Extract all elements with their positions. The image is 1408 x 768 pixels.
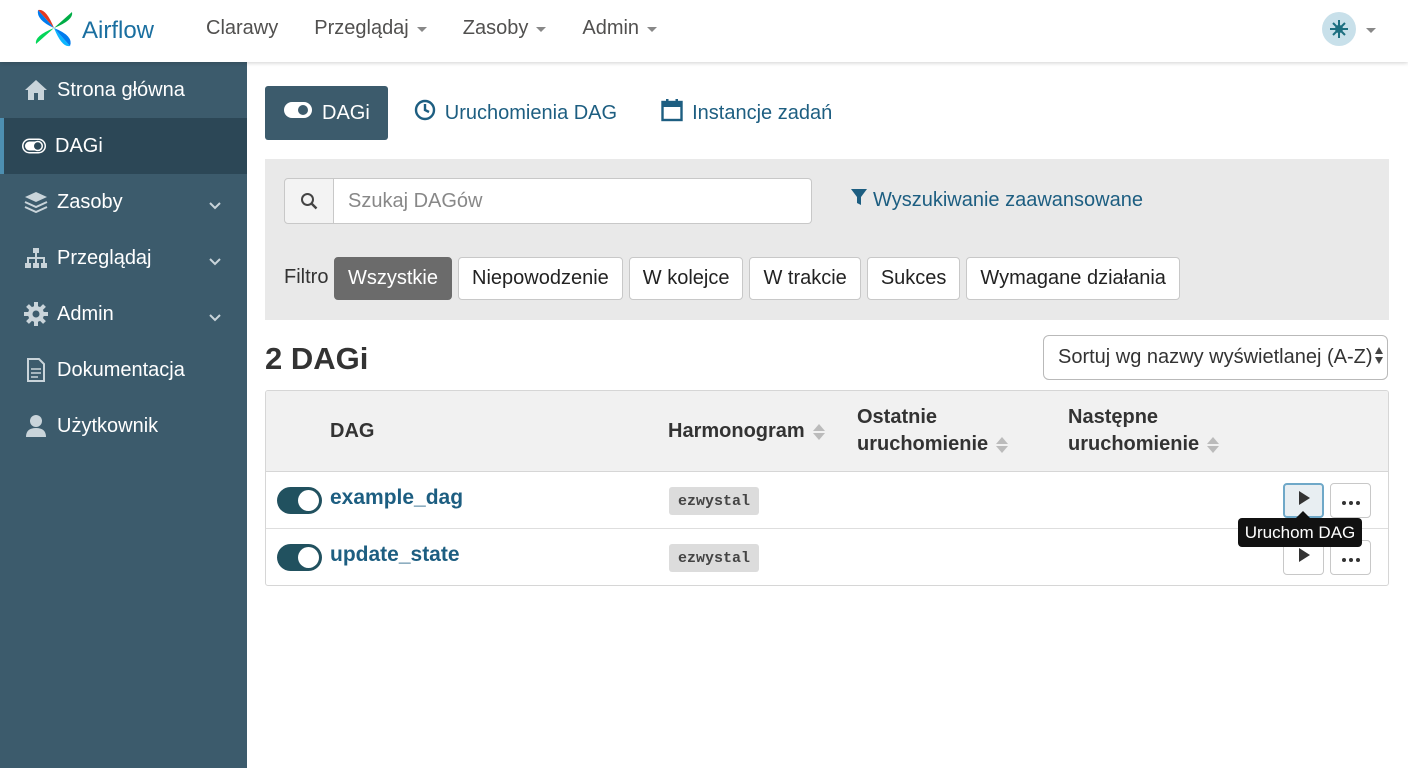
column-next-run[interactable]: Następne uruchomienie: [1068, 404, 1220, 458]
dag-name-link[interactable]: update_state: [330, 543, 460, 567]
home-icon: [24, 78, 48, 102]
gear-icon: [24, 302, 48, 326]
filter-success-button[interactable]: Sukces: [866, 257, 961, 300]
tab-bar: DAGi Uruchomienia DAG Instancje zadań: [265, 86, 850, 140]
caret-down-icon: [536, 27, 547, 32]
tab-label: Uruchomienia DAG: [444, 101, 618, 124]
dag-count-title: 2 DAGi: [265, 341, 369, 376]
filter-running-button[interactable]: W trakcie: [749, 257, 861, 300]
sidebar-item-dags[interactable]: DAGi: [0, 118, 247, 174]
document-icon: [24, 358, 48, 382]
caret-down-icon: [647, 27, 658, 32]
caret-down-icon: [1366, 27, 1376, 33]
toggle-icon: [283, 101, 313, 125]
filter-queued-button[interactable]: W kolejce: [628, 257, 744, 300]
sidebar-item-dokumentacja[interactable]: Dokumentacja: [0, 342, 247, 398]
search-group: [284, 178, 812, 224]
table-header: DAG Harmonogram Ostatnie uruchomienie Nas…: [266, 391, 1388, 472]
more-actions-button[interactable]: [1330, 483, 1371, 518]
advanced-search-label: Wyszukiwanie zaawansowane: [873, 188, 1143, 211]
ellipsis-icon: [1341, 549, 1360, 567]
sidebar-item-przegladaj[interactable]: Przeglądaj: [0, 230, 247, 286]
filter-icon: [850, 188, 868, 212]
sidebar-item-home[interactable]: Strona główna: [0, 62, 247, 118]
sidebar-item-zasoby[interactable]: Zasoby: [0, 174, 247, 230]
sidebar-item-label: Strona główna: [57, 78, 185, 101]
user-menu[interactable]: [1322, 12, 1376, 46]
table-row: update_state ezwystal: [266, 529, 1388, 585]
chevron-down-icon: [208, 250, 222, 273]
user-avatar-icon: [1322, 12, 1356, 46]
sort-icon: [1207, 436, 1220, 453]
tab-label: DAGi: [322, 101, 370, 124]
chevron-down-icon: [208, 194, 222, 217]
sort-icon: [996, 436, 1009, 453]
airflow-logo-icon: [32, 6, 76, 55]
filter-label: Filtro: [284, 266, 329, 288]
status-filter-group: Wszystkie Niepowodzenie W kolejce W trak…: [334, 257, 1180, 300]
sort-icon: [812, 423, 825, 440]
tab-label: Instancje zadań: [692, 101, 833, 124]
dag-pause-toggle[interactable]: [277, 544, 322, 571]
nav-item-przegladaj[interactable]: Przeglądaj: [314, 17, 427, 40]
layers-icon: [24, 190, 48, 214]
sitemap-icon: [24, 246, 48, 270]
sidebar-item-label: Przeglądaj: [57, 246, 152, 269]
sidebar-item-uzytkownik[interactable]: Użytkownik: [0, 398, 247, 454]
search-icon: [284, 178, 334, 224]
sidebar-item-label: Użytkownik: [57, 414, 159, 437]
nav-label: Zasoby: [462, 17, 529, 39]
trigger-dag-tooltip: Uruchom DAG: [1238, 511, 1362, 547]
filter-failed-button[interactable]: Niepowodzenie: [458, 257, 623, 300]
table-row: example_dag ezwystal: [266, 472, 1388, 529]
filter-panel: Wyszukiwanie zaawansowane Filtro Wszystk…: [265, 159, 1389, 320]
sidebar-item-admin[interactable]: Admin: [0, 286, 247, 342]
play-icon: [1297, 490, 1311, 511]
select-arrows-icon: [1375, 347, 1383, 364]
sidebar: Strona główna DAGi Zasoby Przeglądaj Adm…: [0, 62, 247, 768]
column-schedule[interactable]: Harmonogram: [668, 418, 825, 445]
advanced-search-link[interactable]: Wyszukiwanie zaawansowane: [850, 188, 1143, 212]
top-navbar: Airflow Clarawy Przeglądaj Zasoby Admin: [0, 0, 1408, 62]
ellipsis-icon: [1341, 492, 1360, 510]
nav-item-clarawy[interactable]: Clarawy: [206, 17, 278, 40]
chevron-down-icon: [208, 306, 222, 329]
sort-select[interactable]: Sortuj wg nazwy wyświetlanej (A-Z): [1043, 335, 1388, 380]
schedule-badge: ezwystal: [669, 487, 760, 515]
top-nav: Clarawy Przeglądaj Zasoby Admin: [206, 17, 658, 40]
play-icon: [1297, 547, 1311, 568]
filter-all-button[interactable]: Wszystkie: [334, 257, 452, 300]
filter-action-required-button[interactable]: Wymagane działania: [966, 257, 1180, 300]
nav-label: Clarawy: [206, 17, 279, 39]
user-icon: [24, 414, 48, 438]
column-last-run[interactable]: Ostatnie uruchomienie: [857, 404, 1009, 458]
sidebar-item-label: DAGi: [55, 134, 103, 157]
search-input[interactable]: [334, 178, 812, 224]
tab-dag-runs[interactable]: Uruchomienia DAG: [396, 86, 635, 140]
tab-task-instances[interactable]: Instancje zadań: [643, 86, 850, 140]
dag-table: DAG Harmonogram Ostatnie uruchomienie Nas…: [265, 390, 1389, 586]
calendar-icon: [661, 98, 683, 128]
clock-icon: [414, 99, 436, 127]
nav-label: Admin: [582, 17, 640, 39]
sidebar-item-label: Zasoby: [57, 190, 123, 213]
toggle-icon: [22, 134, 46, 158]
dag-name-link[interactable]: example_dag: [330, 486, 463, 510]
caret-down-icon: [416, 27, 427, 32]
sidebar-item-label: Dokumentacja: [57, 358, 185, 381]
tab-dags[interactable]: DAGi: [265, 86, 388, 140]
brand[interactable]: Airflow: [32, 6, 154, 55]
brand-name: Airflow: [82, 16, 155, 44]
column-dag: DAG: [330, 420, 375, 442]
nav-item-zasoby[interactable]: Zasoby: [463, 17, 547, 40]
sort-selected-value: Sortuj wg nazwy wyświetlanej (A-Z): [1058, 346, 1373, 368]
nav-item-admin[interactable]: Admin: [582, 17, 658, 40]
dag-pause-toggle[interactable]: [277, 487, 322, 514]
sidebar-item-label: Admin: [57, 302, 114, 325]
schedule-badge: ezwystal: [669, 544, 760, 572]
nav-label: Przeglądaj: [314, 17, 409, 39]
